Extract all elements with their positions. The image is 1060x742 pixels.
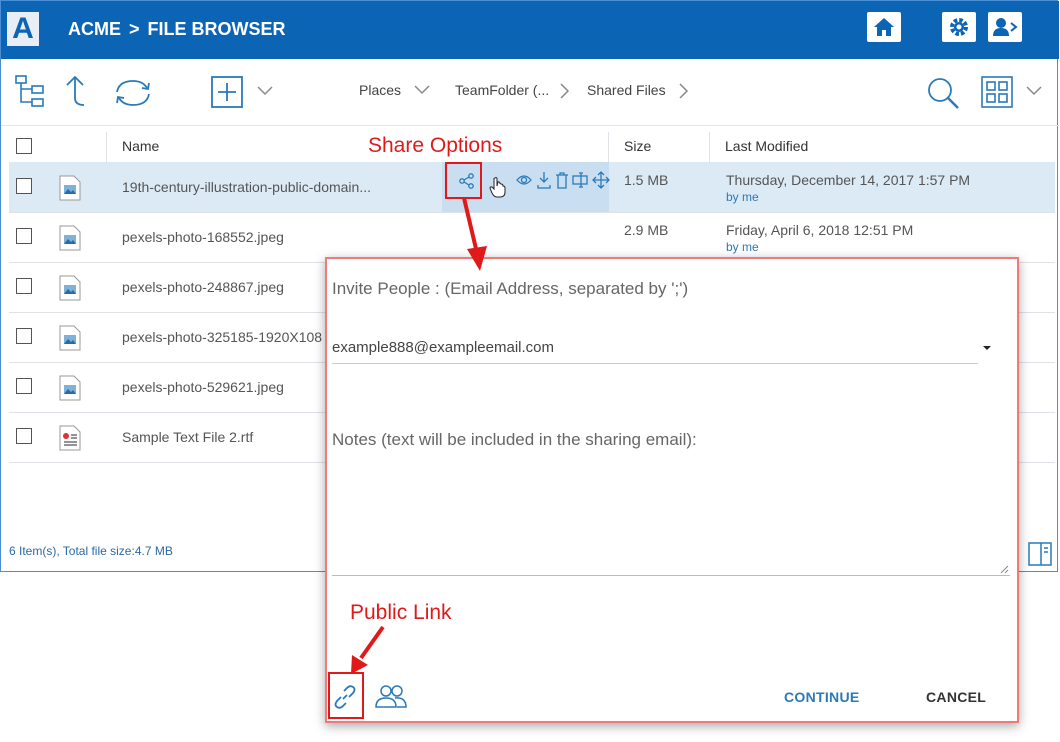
grid-view-icon <box>981 76 1013 108</box>
breadcrumb-shared-files[interactable]: Shared Files <box>587 82 666 98</box>
move-icon[interactable] <box>592 171 610 189</box>
app-logo: A <box>7 12 39 46</box>
column-last-modified[interactable]: Last Modified <box>725 138 808 154</box>
share-options-annotation: Share Options <box>368 134 503 157</box>
add-icon <box>211 76 243 108</box>
image-file-icon <box>59 375 81 401</box>
settings-button[interactable] <box>942 12 976 42</box>
resize-handle-icon[interactable] <box>1000 565 1009 574</box>
file-owner: by me <box>726 190 759 204</box>
row-checkbox[interactable] <box>16 378 32 394</box>
email-field[interactable]: example888@exampleemail.com <box>332 337 978 364</box>
email-dropdown-icon[interactable] <box>982 344 992 352</box>
select-all-checkbox[interactable] <box>16 138 32 154</box>
public-link-highlight <box>328 672 364 719</box>
file-name[interactable]: pexels-photo-529621.jpeg <box>122 379 284 395</box>
column-size[interactable]: Size <box>624 138 651 154</box>
gear-icon <box>950 18 968 36</box>
refresh-icon <box>116 80 150 106</box>
chevron-down-icon <box>257 86 273 96</box>
view-mode-dropdown[interactable] <box>1024 83 1044 99</box>
status-summary: 6 Item(s), Total file size:4.7 MB <box>9 544 173 558</box>
column-divider <box>709 132 710 162</box>
column-divider <box>106 132 107 162</box>
annotation-arrow <box>351 625 385 674</box>
brand-name: ACME <box>68 19 121 39</box>
breadcrumb-places[interactable]: Places <box>359 82 401 98</box>
preview-icon[interactable] <box>516 173 532 187</box>
row-checkbox[interactable] <box>16 178 32 194</box>
rename-icon[interactable] <box>572 172 588 188</box>
table-row[interactable]: 19th-century-illustration-public-domain.… <box>9 162 1055 213</box>
chevron-down-icon[interactable] <box>413 84 431 96</box>
tree-icon <box>15 75 44 107</box>
file-name[interactable]: 19th-century-illustration-public-domain.… <box>122 179 371 195</box>
table-row[interactable]: pexels-photo-168552.jpeg 2.9 MB Friday, … <box>9 212 1055 263</box>
image-file-icon <box>59 325 81 351</box>
file-name[interactable]: Sample Text File 2.rtf <box>122 429 253 445</box>
cancel-button[interactable]: CANCEL <box>926 689 986 705</box>
delete-icon[interactable] <box>555 171 569 189</box>
people-icon[interactable] <box>374 683 408 709</box>
row-checkbox[interactable] <box>16 228 32 244</box>
row-checkbox[interactable] <box>16 278 32 294</box>
image-file-icon <box>59 175 81 201</box>
text-file-icon <box>59 425 81 451</box>
up-arrow-icon <box>66 75 85 106</box>
chevron-down-icon <box>1026 86 1042 96</box>
row-checkbox[interactable] <box>16 428 32 444</box>
search-icon <box>928 78 959 109</box>
add-button[interactable] <box>210 75 244 109</box>
add-menu-dropdown[interactable] <box>255 83 275 99</box>
app-header: A ACME > FILE BROWSER <box>1 1 1059 59</box>
email-value: example888@exampleemail.com <box>332 339 554 356</box>
home-icon <box>874 18 894 36</box>
home-button[interactable] <box>867 12 901 42</box>
page-title: FILE BROWSER <box>147 19 286 39</box>
refresh-button[interactable] <box>111 75 155 111</box>
file-modified: Friday, April 6, 2018 12:51 PM <box>726 222 914 238</box>
image-file-icon <box>59 225 81 251</box>
file-name[interactable]: pexels-photo-325185-1920X108 <box>122 329 322 345</box>
column-name[interactable]: Name <box>122 138 159 154</box>
file-size: 1.5 MB <box>624 172 669 188</box>
file-size: 2.9 MB <box>624 222 669 238</box>
notes-textarea[interactable] <box>332 429 1010 576</box>
folder-tree-button[interactable] <box>13 73 47 109</box>
image-file-icon <box>59 275 81 301</box>
row-checkbox[interactable] <box>16 328 32 344</box>
details-panel-icon[interactable] <box>1028 542 1052 566</box>
up-folder-button[interactable] <box>61 73 89 109</box>
chevron-right-icon <box>560 83 570 99</box>
view-mode-button[interactable] <box>980 75 1014 109</box>
file-name[interactable]: pexels-photo-168552.jpeg <box>122 229 284 245</box>
app-title: ACME > FILE BROWSER <box>68 19 286 40</box>
share-options-highlight <box>445 162 482 199</box>
chevron-right-icon <box>679 83 689 99</box>
file-owner: by me <box>726 240 759 254</box>
file-modified: Thursday, December 14, 2017 1:57 PM <box>726 172 971 188</box>
file-name[interactable]: pexels-photo-248867.jpeg <box>122 279 284 295</box>
table-header: Name Size Last Modified <box>9 132 1055 163</box>
public-link-annotation: Public Link <box>350 601 452 624</box>
download-icon[interactable] <box>536 171 552 189</box>
breadcrumb-teamfolder[interactable]: TeamFolder (... <box>455 82 549 98</box>
share-dialog: Invite People : (Email Address, separate… <box>325 257 1019 723</box>
title-separator: > <box>129 19 140 39</box>
search-button[interactable] <box>925 75 961 111</box>
continue-button[interactable]: CONTINUE <box>784 689 860 705</box>
user-button[interactable] <box>988 12 1022 42</box>
user-logout-icon <box>993 18 1018 36</box>
annotation-arrow <box>462 197 487 271</box>
column-divider <box>608 132 609 162</box>
invite-label: Invite People : (Email Address, separate… <box>332 279 689 298</box>
